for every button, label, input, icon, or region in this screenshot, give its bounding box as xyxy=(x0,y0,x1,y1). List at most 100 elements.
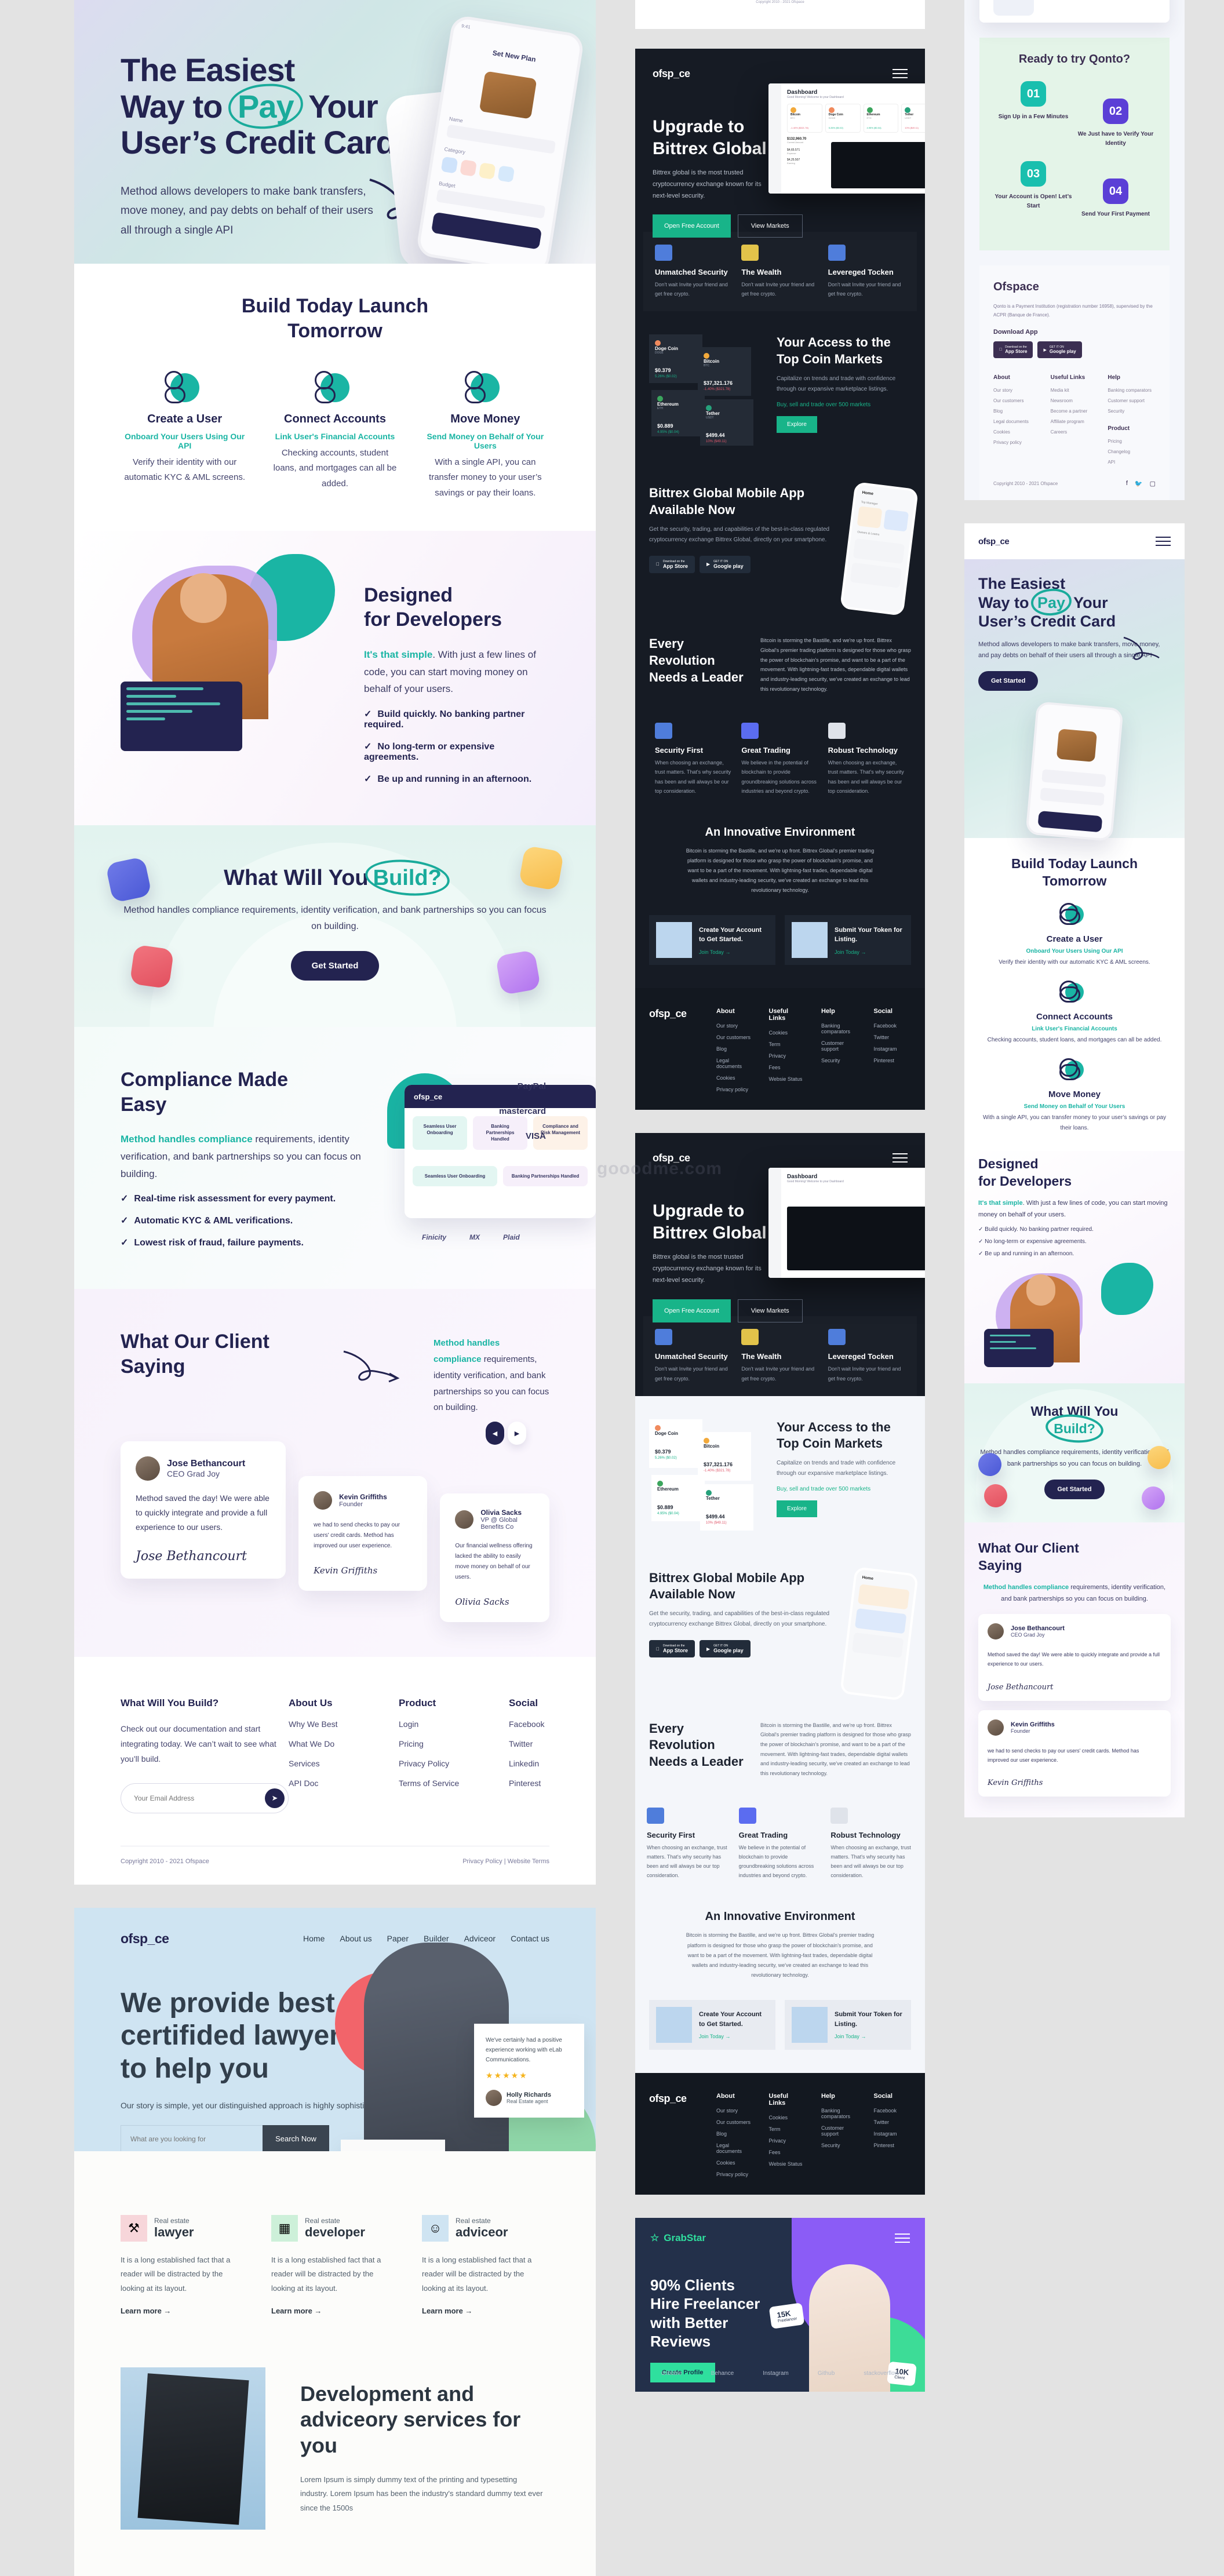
open-free-account-button[interactable]: Open Free Account xyxy=(653,214,731,238)
instagram-icon[interactable]: ▢ xyxy=(1150,480,1156,487)
google-play-button[interactable]: ▶ GET IT ON Google play xyxy=(700,1640,751,1657)
cta-card[interactable]: Submit Your Token for Listing. Join Toda… xyxy=(785,915,911,965)
carousel-prev-button[interactable]: ◀ xyxy=(486,1422,504,1445)
send-icon[interactable]: ➤ xyxy=(265,1788,285,1808)
footer-link[interactable]: Facebook xyxy=(874,1023,912,1029)
footer-link[interactable]: Twitter xyxy=(874,2119,912,2125)
footer-link[interactable]: Cookies xyxy=(993,429,1041,435)
google-play-button[interactable]: ▶ GET IT ON Google play xyxy=(700,555,751,573)
footer-link[interactable]: Privacy xyxy=(769,1053,807,1059)
footer-link[interactable]: Privacy Policy xyxy=(399,1759,474,1768)
nav-item-adviceor[interactable]: Adviceor xyxy=(464,1934,496,1943)
nav-item-builder[interactable]: Builder xyxy=(424,1934,449,1943)
crypto-footer-logo[interactable]: ofsp_ce xyxy=(649,2093,701,2177)
footer-link[interactable]: Instagram xyxy=(874,1046,912,1052)
footer-link[interactable]: API Doc xyxy=(289,1779,364,1788)
cta-link[interactable]: Join Today → xyxy=(835,949,904,955)
lawyer-logo[interactable]: ofsp_ce xyxy=(121,1931,169,1947)
nav-item-contact[interactable]: Contact us xyxy=(511,1934,549,1943)
view-markets-button[interactable]: View Markets xyxy=(737,1299,803,1322)
footer-link[interactable]: Pinterest xyxy=(874,1058,912,1063)
google-play-button[interactable]: ▶ GET IT ON Google play xyxy=(1037,341,1082,359)
cta-link[interactable]: Join Today → xyxy=(699,2034,768,2039)
footer-link[interactable]: Privacy policy xyxy=(716,1087,754,1092)
footer-link[interactable]: Fees xyxy=(769,2149,807,2155)
app-store-button[interactable]: Download on theApp Store xyxy=(649,1640,695,1657)
footer-link[interactable]: API xyxy=(1108,460,1156,465)
footer-link[interactable]: Customer support xyxy=(821,2125,859,2137)
app-store-button[interactable]: Download on theApp Store xyxy=(993,341,1033,359)
footer-link[interactable]: Legal documents xyxy=(993,419,1041,424)
qonto-footer-logo[interactable]: Ofspace xyxy=(993,280,1156,294)
footer-link[interactable]: Term xyxy=(769,2126,807,2132)
facebook-icon[interactable]: f xyxy=(1126,480,1128,487)
footer-link[interactable]: Websie Status xyxy=(769,2161,807,2167)
footer-link[interactable]: Changelog xyxy=(1108,449,1156,454)
cta-card[interactable]: Submit Your Token for Listing. Join Toda… xyxy=(785,1999,911,2050)
footer-link[interactable]: Newsroom xyxy=(1051,398,1099,403)
service-learn-more-link[interactable]: Learn more → xyxy=(121,2307,248,2315)
footer-link[interactable]: Our customers xyxy=(993,398,1041,403)
phone-save-button[interactable] xyxy=(431,212,542,250)
service-learn-more-link[interactable]: Learn more → xyxy=(271,2307,399,2315)
footer-link[interactable]: Cookies xyxy=(769,1030,807,1036)
footer-link[interactable]: Facebook xyxy=(509,1719,584,1729)
footer-link[interactable]: Blog xyxy=(716,2131,754,2137)
footer-link[interactable]: Privacy policy xyxy=(993,440,1041,445)
footer-link[interactable]: Pinterest xyxy=(509,1779,584,1788)
footer-link[interactable]: Why We Best xyxy=(289,1719,364,1729)
open-free-account-button[interactable]: Open Free Account xyxy=(653,1299,731,1322)
nav-item-about[interactable]: About us xyxy=(340,1934,371,1943)
category-icon-food[interactable] xyxy=(460,159,477,177)
footer-link[interactable]: Pinterest xyxy=(874,2143,912,2148)
footer-link[interactable]: Terms of Service xyxy=(399,1779,474,1788)
carousel-next-button[interactable]: ▶ xyxy=(508,1422,526,1445)
footer-link[interactable]: Banking comparators xyxy=(821,2108,859,2119)
cta-card[interactable]: Create Your Account to Get Started. Join… xyxy=(649,915,775,965)
dashboard-sidebar[interactable] xyxy=(768,83,781,194)
footer-link[interactable]: Pricing xyxy=(399,1739,474,1748)
footer-link[interactable]: Websie Status xyxy=(769,1076,807,1082)
footer-link[interactable]: Blog xyxy=(993,409,1041,414)
email-field[interactable] xyxy=(134,1794,265,1802)
footer-link[interactable]: Instagram xyxy=(874,2131,912,2137)
grabstar-logo[interactable]: ☆ GrabStar xyxy=(650,2232,706,2244)
footer-link[interactable]: Careers xyxy=(1051,429,1099,435)
mobile-get-started-button[interactable]: Get Started xyxy=(978,671,1039,691)
view-markets-button[interactable]: View Markets xyxy=(737,214,803,238)
nav-item-paper[interactable]: Paper xyxy=(387,1934,409,1943)
build-get-started-button[interactable]: Get Started xyxy=(290,951,380,981)
footer-link[interactable]: Cookies xyxy=(716,2160,754,2166)
footer-link[interactable]: Facebook xyxy=(874,2108,912,2114)
app-store-button[interactable]: Download on theApp Store xyxy=(649,555,695,573)
footer-link[interactable]: Our story xyxy=(993,388,1041,393)
newsletter-form[interactable]: ➤ xyxy=(121,1783,289,1813)
search-now-button[interactable]: Search Now xyxy=(263,2125,329,2151)
mobile-logo[interactable]: ofsp_ce xyxy=(978,537,1010,546)
footer-link[interactable]: Customer support xyxy=(821,1040,859,1052)
footer-link[interactable]: Twitter xyxy=(509,1739,584,1748)
footer-link[interactable]: Our story xyxy=(716,1023,754,1029)
footer-link[interactable]: Services xyxy=(289,1759,364,1768)
footer-link[interactable]: Twitter xyxy=(874,1034,912,1040)
footer-link[interactable]: Linkedin xyxy=(509,1759,584,1768)
cta-card[interactable]: Create Your Account to Get Started. Join… xyxy=(649,1999,775,2050)
footer-link[interactable]: Term xyxy=(769,1041,807,1047)
hamburger-icon[interactable] xyxy=(893,66,908,81)
lawyer-search-form[interactable]: Search Now xyxy=(121,2125,329,2151)
footer-link[interactable]: Our story xyxy=(716,2108,754,2114)
footer-link[interactable]: Blog xyxy=(716,1046,754,1052)
footer-link[interactable]: Affiliate program xyxy=(1051,419,1099,424)
footer-link[interactable]: Security xyxy=(1108,409,1156,414)
dashboard-sidebar[interactable] xyxy=(768,1168,781,1278)
footer-link[interactable]: Legal documents xyxy=(716,2143,754,2154)
footer-link[interactable]: Banking comparators xyxy=(821,1023,859,1034)
footer-link[interactable]: Security xyxy=(821,1058,859,1063)
footer-link[interactable]: Pricing xyxy=(1108,439,1156,444)
mobile-build-get-started-button[interactable]: Get Started xyxy=(1044,1479,1105,1499)
cta-link[interactable]: Join Today → xyxy=(699,949,768,955)
search-input[interactable] xyxy=(121,2125,263,2151)
hamburger-icon[interactable] xyxy=(895,2231,910,2246)
footer-link[interactable]: Legal documents xyxy=(716,1058,754,1069)
footer-link[interactable]: Become a partner xyxy=(1051,409,1099,414)
